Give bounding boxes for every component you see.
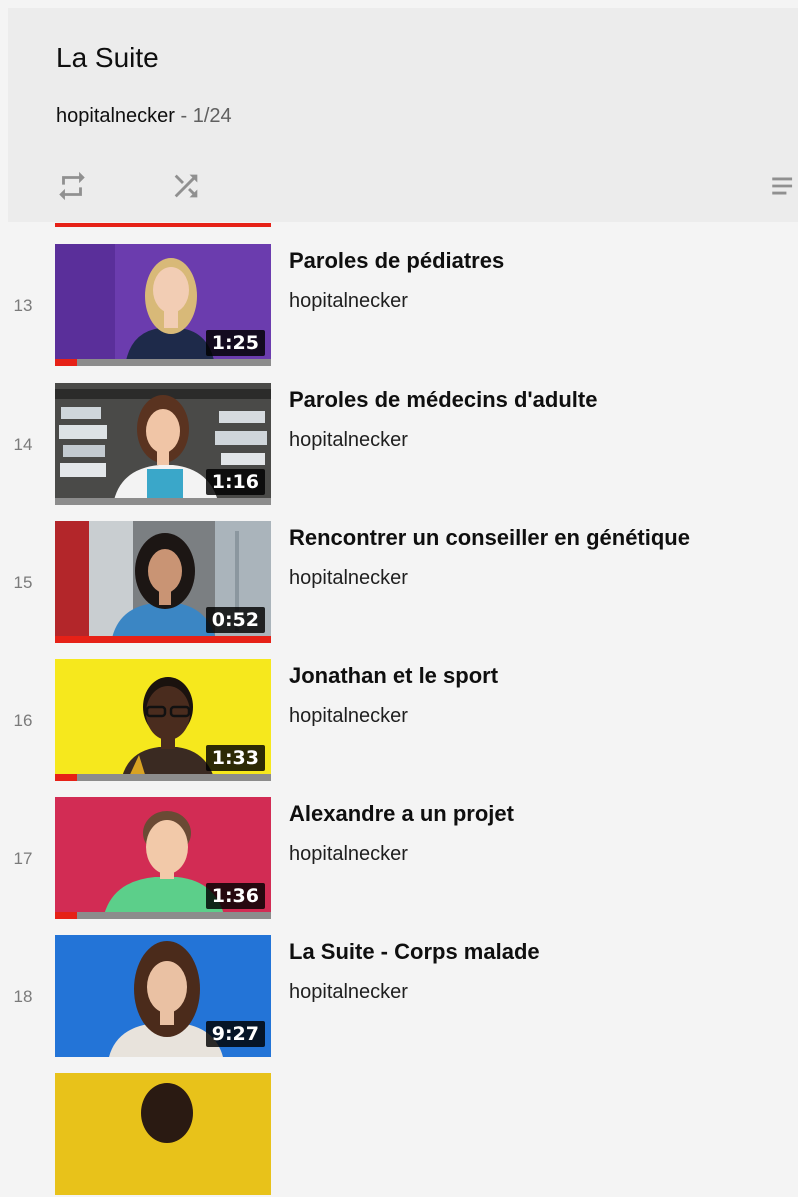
video-channel: hopitalnecker: [289, 567, 408, 589]
playlist-item[interactable]: 16 1:33 Jonathan et le sport hopitalneck…: [0, 659, 798, 783]
video-title[interactable]: Paroles de pédiatres: [289, 248, 504, 274]
watch-progress-fill: [55, 636, 271, 643]
playlist-header: La Suite hopitalnecker - 1/24: [8, 8, 798, 222]
video-title[interactable]: Rencontrer un conseiller en génétique: [289, 525, 690, 551]
loop-button[interactable]: [50, 164, 94, 208]
watch-progress-fill: [55, 774, 77, 781]
video-title[interactable]: Paroles de médecins d'adulte: [289, 387, 597, 413]
video-channel: hopitalnecker: [289, 290, 408, 312]
watch-progress: [55, 359, 271, 366]
video-title[interactable]: Jonathan et le sport: [289, 663, 498, 689]
item-index: 13: [13, 296, 33, 315]
watch-progress-fill: [55, 912, 77, 919]
watch-progress-fill: [55, 359, 77, 366]
video-thumbnail[interactable]: [55, 1073, 271, 1195]
playlist-item[interactable]: 14 1:16 Paroles de médecins d'adulte hop…: [0, 383, 798, 507]
watch-progress: [55, 498, 271, 505]
playlist-menu-icon: [772, 177, 793, 195]
video-thumbnail[interactable]: 9:27: [55, 935, 271, 1057]
playlist-channel-link[interactable]: hopitalnecker: [56, 105, 175, 127]
video-duration: 1:33: [205, 745, 265, 771]
playlist-item[interactable]: 18 9:27 La Suite - Corps malade hopitaln…: [0, 935, 798, 1059]
video-thumbnail[interactable]: 1:25: [55, 244, 271, 366]
video-thumbnail[interactable]: 0:52: [55, 521, 271, 643]
video-title[interactable]: Alexandre a un projet: [289, 801, 514, 827]
video-thumbnail[interactable]: 1:36: [55, 797, 271, 919]
item-index: 16: [13, 711, 33, 730]
shuffle-icon: [174, 174, 198, 198]
playlist-item[interactable]: 17 1:36 Alexandre a un projet hopitalnec…: [0, 797, 798, 921]
item-index: 18: [13, 987, 33, 1006]
playlist-position: - 1/24: [174, 105, 232, 127]
item-index: 15: [13, 573, 33, 592]
shuffle-button[interactable]: [164, 164, 208, 208]
video-duration: 9:27: [205, 1021, 265, 1047]
video-channel: hopitalnecker: [289, 705, 408, 727]
playlist-subtitle: hopitalnecker - 1/24: [56, 105, 232, 128]
video-channel: hopitalnecker: [289, 981, 408, 1003]
watch-progress: [55, 912, 271, 919]
video-duration: 1:25: [205, 330, 265, 356]
loop-icon: [59, 171, 85, 201]
item-index: 17: [13, 849, 33, 868]
video-duration: 1:36: [205, 883, 265, 909]
current-item-indicator: [55, 223, 271, 227]
watch-progress: [55, 774, 271, 781]
playlist-item[interactable]: 13 1:25 Paroles de pédiatres hopitalneck…: [0, 244, 798, 368]
video-thumbnail[interactable]: 1:33: [55, 659, 271, 781]
playlist-item-partial[interactable]: [0, 1073, 798, 1197]
video-duration: 1:16: [205, 469, 265, 495]
video-thumbnail[interactable]: 1:16: [55, 383, 271, 505]
video-channel: hopitalnecker: [289, 429, 408, 451]
video-channel: hopitalnecker: [289, 843, 408, 865]
playlist-menu-button[interactable]: [768, 164, 798, 208]
playlist-item[interactable]: 15 0:52 Rencontrer un conseiller en géné…: [0, 521, 798, 645]
video-duration: 0:52: [205, 607, 265, 633]
playlist-title[interactable]: La Suite: [56, 42, 159, 74]
watch-progress: [55, 636, 271, 643]
video-title[interactable]: La Suite - Corps malade: [289, 939, 540, 965]
item-index: 14: [13, 435, 33, 454]
